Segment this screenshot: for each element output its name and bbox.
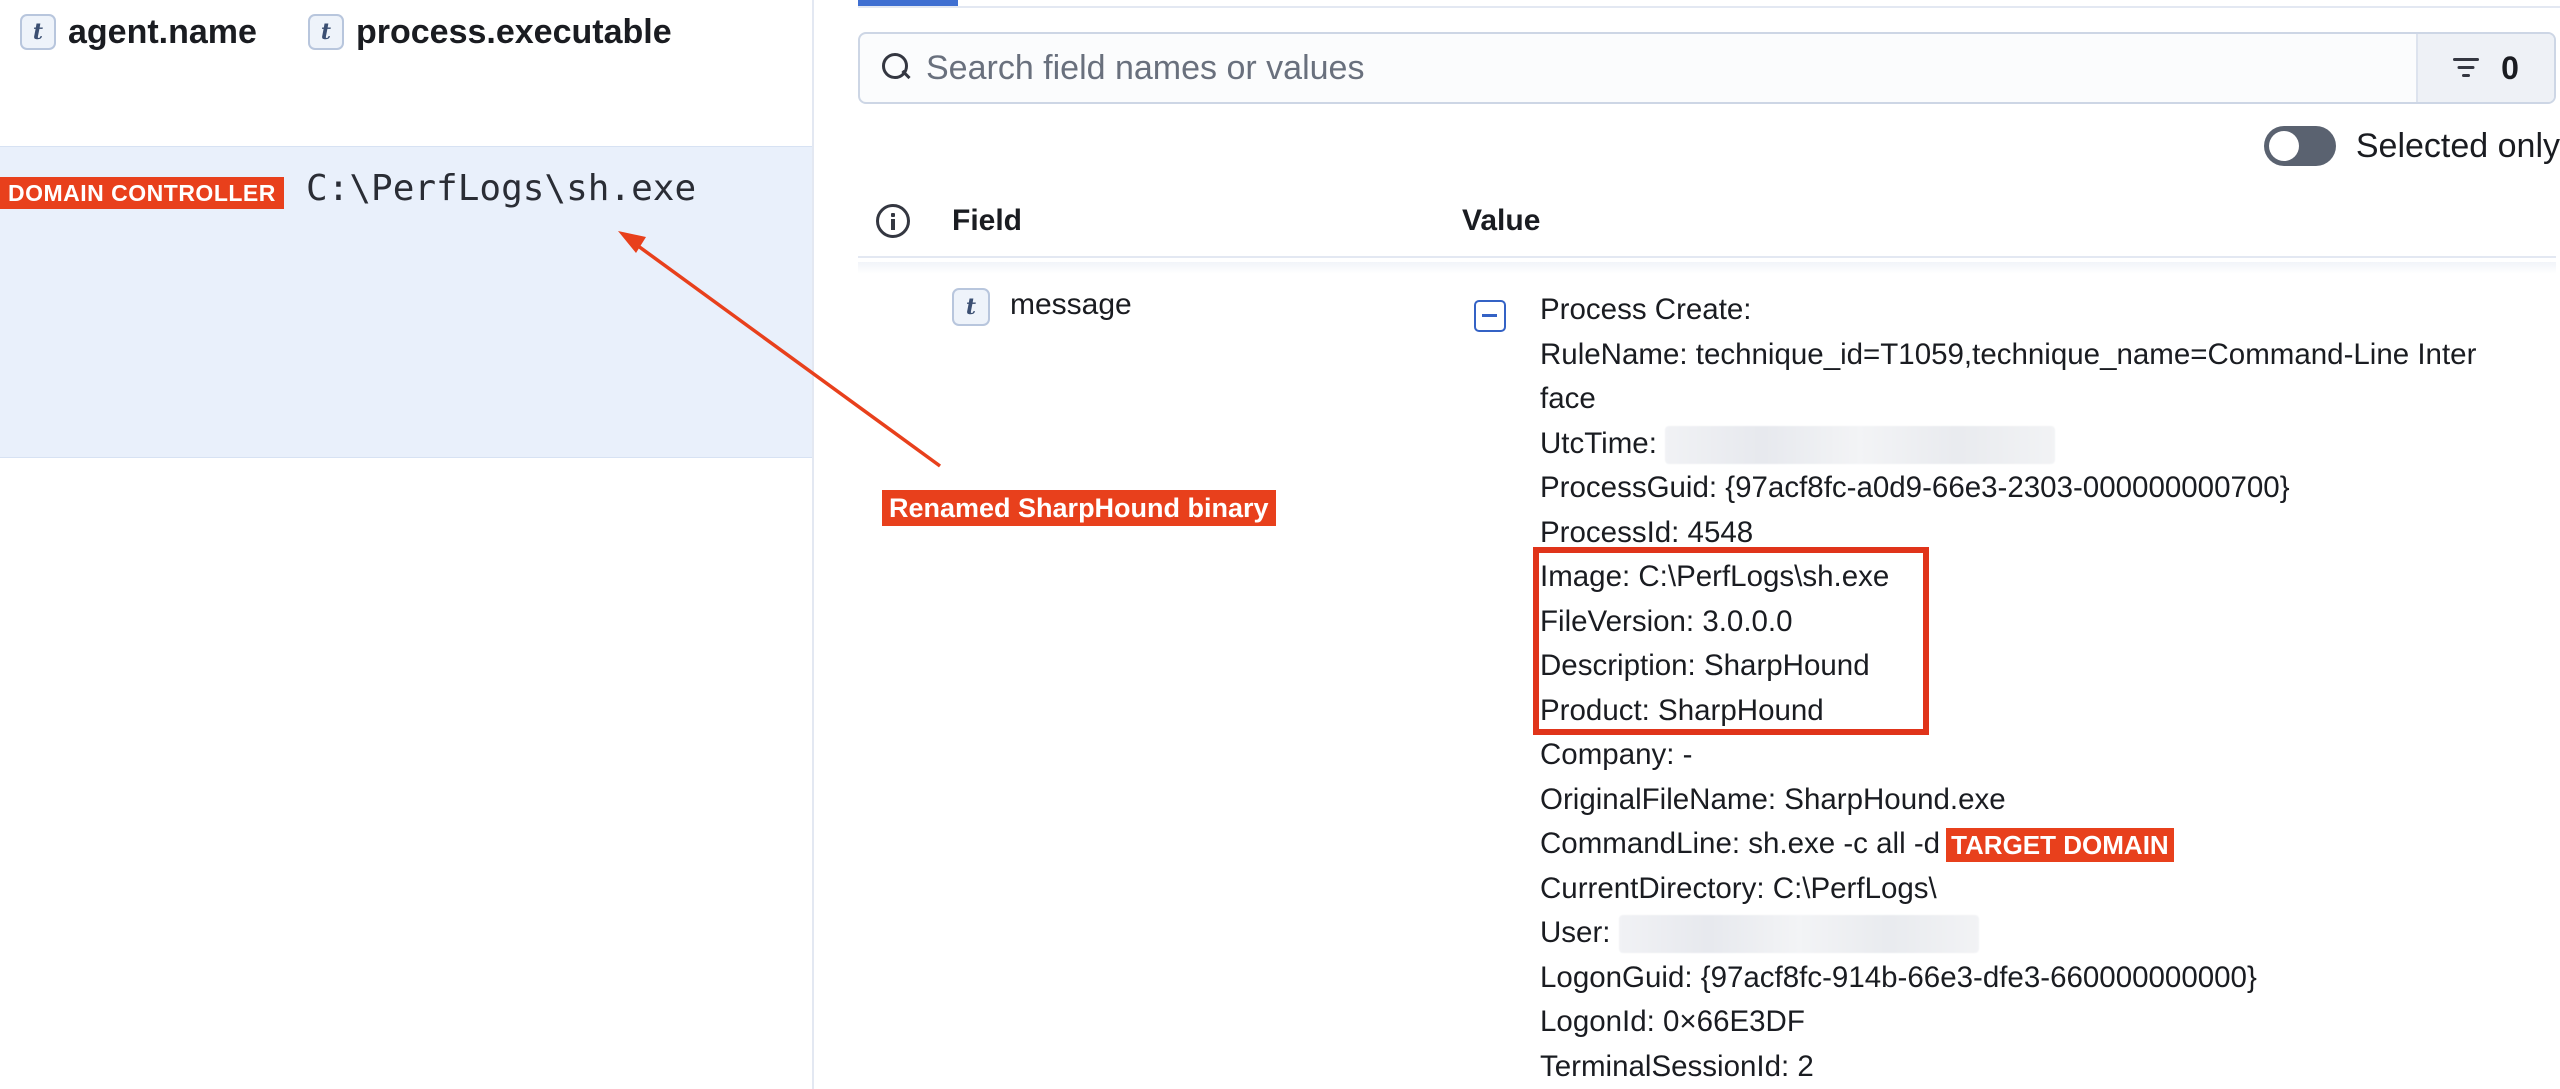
header-shadow (858, 262, 2556, 274)
message-line-user: User: (1540, 911, 2540, 956)
message-line: CurrentDirectory: C:\PerfLogs\ (1540, 871, 1937, 905)
field-column-header: Field (952, 204, 1023, 237)
field-search-box: 0 (858, 32, 2556, 104)
message-line: TerminalSessionId: 2 (1540, 1049, 1814, 1083)
selected-only-toggle[interactable] (2263, 126, 2336, 166)
column-label: agent.name (68, 12, 257, 51)
message-line-utctime: UtcTime: (1540, 422, 2540, 467)
utctime-label: UtcTime: (1540, 426, 1657, 460)
text-type-icon: t (952, 288, 990, 326)
message-line: LogonId: 0×66E3DF (1540, 1005, 1805, 1038)
utctime-redacted (1665, 425, 2056, 464)
message-line: LogonGuid: {97acf8fc-914b-66e3-dfe3-6600… (1540, 960, 2257, 994)
filter-button[interactable]: 0 (2416, 34, 2554, 102)
annotation-label: Renamed SharpHound binary (882, 490, 1276, 526)
commandline-text: CommandLine: sh.exe -c all -d (1540, 827, 1941, 860)
tab-underline (858, 6, 2560, 8)
collapse-icon[interactable] (1474, 300, 1506, 332)
message-line: ProcessGuid: {97acf8fc-a0d9-66e3-2303-00… (1540, 471, 2290, 504)
column-label: process.executable (356, 12, 672, 51)
message-line: face (1540, 382, 1596, 415)
text-type-icon: t (20, 14, 56, 50)
text-type-icon: t (308, 14, 344, 50)
user-label: User: (1540, 916, 1611, 949)
message-line: RuleName: technique_id=T1059,technique_n… (1540, 337, 2477, 371)
process-executable-value[interactable]: C:\PerfLogs\sh.exe (306, 168, 696, 209)
sharphound-highlight-box (1533, 547, 1929, 735)
panel-divider[interactable] (812, 0, 814, 1089)
filter-icon (2453, 58, 2480, 78)
message-line-commandline: CommandLine: sh.exe -c all -d TARGET DOMA… (1540, 822, 2540, 867)
search-icon (882, 53, 912, 83)
column-header-agent-name[interactable]: t agent.name (20, 12, 257, 52)
search-input[interactable] (926, 38, 2416, 98)
column-header-process-executable[interactable]: t process.executable (308, 12, 672, 52)
selected-only-label: Selected only (2355, 126, 2560, 165)
message-line: Company: - (1540, 738, 1693, 771)
target-domain-redaction-badge: TARGET DOMAIN (1946, 828, 2174, 863)
fields-table-header: Field Value (858, 196, 2556, 258)
value-column-header: Value (1462, 204, 1541, 237)
field-name-message: message (1010, 288, 1132, 321)
info-icon[interactable] (876, 204, 910, 238)
message-line: Process Create: (1540, 293, 1752, 326)
events-table-panel: t agent.name t process.executable DOMAIN… (0, 0, 814, 1089)
agent-name-redaction-badge: DOMAIN CONTROLLER (0, 177, 284, 209)
message-line: OriginalFileName: SharpHound.exe (1540, 782, 2006, 816)
user-redacted (1618, 915, 1979, 954)
filter-count: 0 (2501, 49, 2519, 86)
selected-only-control: Selected only (2263, 120, 2560, 172)
